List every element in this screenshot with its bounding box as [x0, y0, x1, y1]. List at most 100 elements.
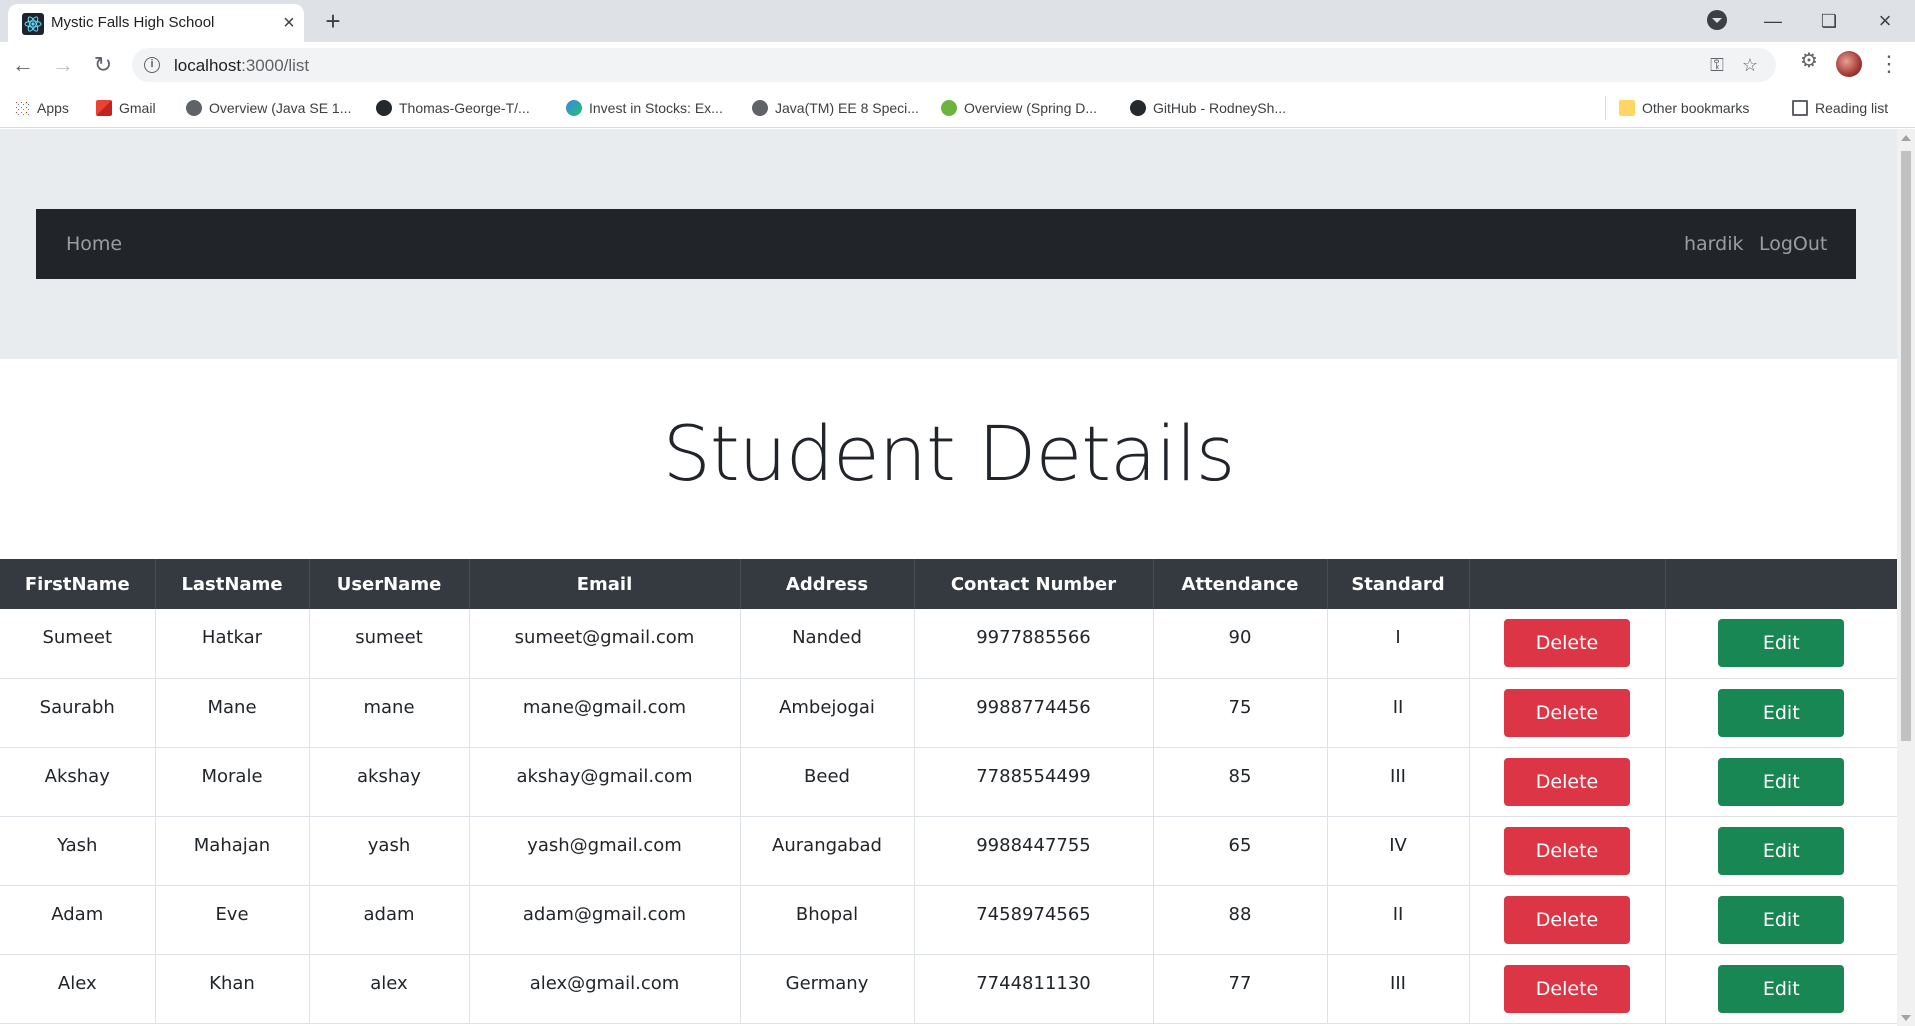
cell-edit: Edit [1665, 954, 1897, 1024]
edit-button[interactable]: Edit [1718, 895, 1845, 944]
profile-avatar[interactable] [1836, 51, 1862, 77]
restore-icon[interactable]: ❏ [1806, 6, 1852, 36]
cell-address: Beed [740, 747, 915, 817]
bookmark-java-se[interactable]: Overview (Java SE 1... [186, 97, 351, 119]
bookmark-apps[interactable]: Apps [14, 97, 69, 119]
reading-list[interactable]: Reading list [1792, 97, 1888, 119]
invest-icon [566, 100, 582, 116]
scroll-thumb[interactable] [1901, 151, 1911, 741]
scrollbar[interactable] [1897, 129, 1915, 1026]
bookmarks-separator [1605, 96, 1606, 120]
jumbotron: Home hardik LogOut [0, 129, 1897, 359]
bookmark-github-rodney[interactable]: GitHub - RodneySh... [1130, 97, 1286, 119]
cell-edit: Edit [1665, 747, 1897, 817]
star-icon[interactable]: ☆ [1739, 54, 1761, 76]
cell-firstname: Adam [0, 885, 156, 955]
cell-username: sumeet [309, 609, 470, 679]
delete-button[interactable]: Delete [1504, 826, 1630, 875]
cell-standard: III [1327, 747, 1470, 817]
header-contact: Contact Number [914, 559, 1154, 609]
delete-button[interactable]: Delete [1504, 619, 1630, 668]
page-viewport: Home hardik LogOut Student Details First… [0, 129, 1897, 1026]
folder-icon [1619, 100, 1635, 116]
bookmark-label: Overview (Java SE 1... [209, 100, 352, 116]
url-path: :3000/list [241, 56, 310, 75]
address-bar[interactable]: i localhost:3000/list ⚿ ☆ [132, 48, 1776, 82]
cell-attendance: 88 [1153, 885, 1328, 955]
nav-home-link[interactable]: Home [66, 233, 122, 255]
cell-attendance: 85 [1153, 747, 1328, 817]
bookmark-gmail[interactable]: Gmail [96, 97, 156, 119]
cell-delete: Delete [1469, 816, 1666, 886]
extensions-icon[interactable]: ⚙ [1796, 48, 1822, 74]
page-title: Student Details [662, 409, 1236, 498]
close-window-icon[interactable]: × [1862, 6, 1908, 36]
menu-icon[interactable]: ⋮ [1878, 50, 1900, 78]
bookmark-label: Gmail [119, 100, 156, 116]
back-icon[interactable]: ← [8, 50, 38, 80]
forward-icon[interactable]: → [48, 50, 78, 80]
cell-username: yash [309, 816, 470, 886]
cell-email: yash@gmail.com [469, 816, 741, 886]
cell-attendance: 75 [1153, 678, 1328, 748]
cell-standard: I [1327, 609, 1470, 679]
cell-email: mane@gmail.com [469, 678, 741, 748]
cell-firstname: Sumeet [0, 609, 156, 679]
delete-button[interactable]: Delete [1504, 688, 1630, 737]
header-edit [1665, 559, 1897, 609]
cell-username: adam [309, 885, 470, 955]
edit-button[interactable]: Edit [1718, 619, 1845, 668]
header-lastname: LastName [155, 559, 310, 609]
reading-list-icon [1792, 100, 1808, 116]
edit-button[interactable]: Edit [1718, 688, 1845, 737]
close-tab-icon[interactable]: × [278, 12, 300, 34]
gmail-icon [96, 100, 112, 116]
browser-tabstrip: Mystic Falls High School × + — ❏ × [0, 0, 1915, 42]
bookmark-label: GitHub - RodneySh... [1153, 100, 1287, 116]
header-address: Address [740, 559, 915, 609]
cell-lastname: Morale [155, 747, 310, 817]
site-info-icon[interactable]: i [144, 57, 160, 73]
table-row: Sumeet Hatkar sumeet sumeet@gmail.com Nanded… [0, 609, 1897, 679]
key-icon[interactable]: ⚿ [1706, 54, 1728, 76]
cell-attendance: 90 [1153, 609, 1328, 679]
new-tab-icon[interactable]: + [318, 6, 348, 36]
bookmark-github-thomas[interactable]: Thomas-George-T/... [376, 97, 530, 119]
bookmark-spring[interactable]: Overview (Spring D... [941, 97, 1097, 119]
edit-button[interactable]: Edit [1718, 964, 1845, 1013]
reload-icon[interactable]: ↻ [88, 50, 118, 80]
cell-contact: 9988447755 [914, 816, 1154, 886]
header-firstname: FirstName [0, 559, 156, 609]
browser-tab[interactable]: Mystic Falls High School × [8, 4, 304, 42]
github-icon [376, 100, 392, 116]
scroll-up-icon[interactable] [1901, 135, 1911, 141]
reading-list-label: Reading list [1815, 100, 1889, 116]
bookmark-label: Apps [37, 100, 69, 116]
cell-delete: Delete [1469, 954, 1666, 1024]
tab-search-icon[interactable] [1707, 10, 1727, 30]
minimize-icon[interactable]: — [1750, 6, 1796, 36]
url-text: localhost:3000/list [174, 56, 309, 76]
nav-logout-link[interactable]: LogOut [1759, 233, 1827, 255]
delete-button[interactable]: Delete [1504, 964, 1630, 1013]
delete-button[interactable]: Delete [1504, 757, 1630, 806]
table-row: Akshay Morale akshay akshay@gmail.com Beed 77… [0, 747, 1897, 817]
bookmark-java-ee[interactable]: Java(TM) EE 8 Speci... [752, 97, 919, 119]
bookmark-invest[interactable]: Invest in Stocks: Ex... [566, 97, 723, 119]
cell-lastname: Khan [155, 954, 310, 1024]
cell-firstname: Yash [0, 816, 156, 886]
delete-button[interactable]: Delete [1504, 895, 1630, 944]
nav-user-link[interactable]: hardik [1684, 233, 1744, 255]
cell-edit: Edit [1665, 678, 1897, 748]
cell-contact: 9988774456 [914, 678, 1154, 748]
edit-button[interactable]: Edit [1718, 757, 1845, 806]
cell-delete: Delete [1469, 885, 1666, 955]
cell-address: Ambejogai [740, 678, 915, 748]
react-icon [22, 13, 44, 35]
edit-button[interactable]: Edit [1718, 826, 1845, 875]
other-bookmarks[interactable]: Other bookmarks [1619, 97, 1749, 119]
header-username: UserName [309, 559, 470, 609]
cell-standard: II [1327, 678, 1470, 748]
scroll-down-icon[interactable] [1901, 1015, 1911, 1021]
cell-lastname: Mahajan [155, 816, 310, 886]
